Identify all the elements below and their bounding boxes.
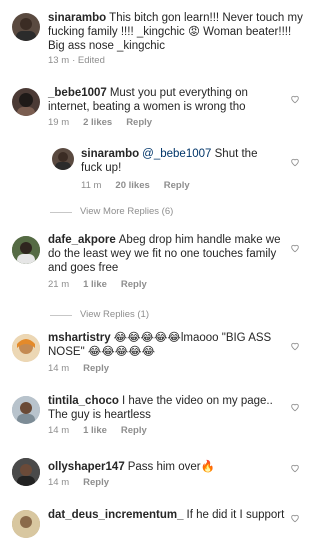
timestamp: 13 m bbox=[48, 55, 70, 66]
username[interactable]: sinarambo bbox=[81, 148, 139, 160]
avatar[interactable] bbox=[52, 148, 74, 170]
comment-text: ollyshaper147 Pass him over🔥 bbox=[48, 460, 288, 474]
username[interactable]: mshartistry bbox=[48, 332, 111, 344]
mention-link[interactable]: @_bebe1007 bbox=[142, 148, 211, 160]
avatar[interactable] bbox=[12, 334, 40, 362]
heart-icon[interactable] bbox=[290, 463, 300, 473]
replies-divider bbox=[50, 315, 72, 316]
likes-count[interactable]: 1 like bbox=[83, 279, 107, 290]
comment-meta: 19 m 2 likes Reply bbox=[48, 117, 166, 128]
timestamp: 19 m bbox=[48, 117, 70, 128]
comment-text: mshartistry 😂😂😂😂😂lmaooo "BIG ASS NOSE" 😂😂… bbox=[48, 331, 283, 359]
avatar[interactable] bbox=[12, 458, 40, 486]
username[interactable]: tintila_choco bbox=[48, 395, 119, 407]
reply-button[interactable]: Reply bbox=[121, 425, 147, 436]
comment-text: tintila_choco I have the video on my page… bbox=[48, 394, 288, 422]
comment-body: If he did it I support bbox=[186, 509, 285, 521]
comment-body: Pass him over🔥 bbox=[127, 461, 215, 473]
username[interactable]: dafe_akpore bbox=[48, 234, 116, 246]
heart-icon[interactable] bbox=[290, 94, 300, 104]
likes-count[interactable]: 1 like bbox=[83, 425, 107, 436]
timestamp: 21 m bbox=[48, 279, 70, 290]
comment-text: dat_deus_incrementum_ If he did it I supp… bbox=[48, 508, 288, 522]
timestamp: 14 m bbox=[48, 477, 70, 488]
view-more-replies-link[interactable]: View More Replies (6) bbox=[80, 206, 173, 217]
reply-button[interactable]: Reply bbox=[83, 363, 109, 374]
heart-icon[interactable] bbox=[290, 513, 300, 523]
comment-meta: 13 m · Edited bbox=[48, 55, 119, 66]
username[interactable]: ollyshaper147 bbox=[48, 461, 125, 473]
username[interactable]: dat_deus_incrementum_ bbox=[48, 509, 184, 521]
username[interactable]: _bebe1007 bbox=[48, 87, 107, 99]
edited-label: · Edited bbox=[72, 55, 105, 66]
comment-meta: 14 m 1 like Reply bbox=[48, 425, 161, 436]
view-replies-link[interactable]: View Replies (1) bbox=[80, 309, 149, 320]
heart-icon[interactable] bbox=[290, 157, 300, 167]
replies-divider bbox=[50, 212, 72, 213]
comment-text: sinarambo This bitch gon learn!!! Never t… bbox=[48, 11, 308, 53]
comment-text: _bebe1007 Must you put everything on inte… bbox=[48, 86, 278, 114]
comment-text: sinarambo @_bebe1007 Shut the fuck up! bbox=[81, 147, 276, 175]
avatar[interactable] bbox=[12, 236, 40, 264]
timestamp: 14 m bbox=[48, 363, 70, 374]
reply-button[interactable]: Reply bbox=[164, 180, 190, 191]
heart-icon[interactable] bbox=[290, 243, 300, 253]
heart-icon[interactable] bbox=[290, 402, 300, 412]
comment-text: dafe_akpore Abeg drop him handle make we … bbox=[48, 233, 288, 275]
reply-button[interactable]: Reply bbox=[83, 477, 109, 488]
comment-meta: 14 m Reply bbox=[48, 363, 123, 374]
likes-count[interactable]: 20 likes bbox=[115, 180, 149, 191]
username[interactable]: sinarambo bbox=[48, 12, 106, 24]
reply-button[interactable]: Reply bbox=[126, 117, 152, 128]
reply-button[interactable]: Reply bbox=[121, 279, 147, 290]
avatar[interactable] bbox=[12, 13, 40, 41]
avatar[interactable] bbox=[12, 88, 40, 116]
timestamp: 11 m bbox=[81, 180, 102, 191]
likes-count[interactable]: 2 likes bbox=[83, 117, 112, 128]
timestamp: 14 m bbox=[48, 425, 70, 436]
heart-icon[interactable] bbox=[290, 341, 300, 351]
avatar[interactable] bbox=[12, 396, 40, 424]
comment-meta: 21 m 1 like Reply bbox=[48, 279, 161, 290]
avatar[interactable] bbox=[12, 510, 40, 538]
comment-meta: 11 m 20 likes Reply bbox=[81, 180, 204, 191]
comment-meta: 14 m Reply bbox=[48, 477, 123, 488]
